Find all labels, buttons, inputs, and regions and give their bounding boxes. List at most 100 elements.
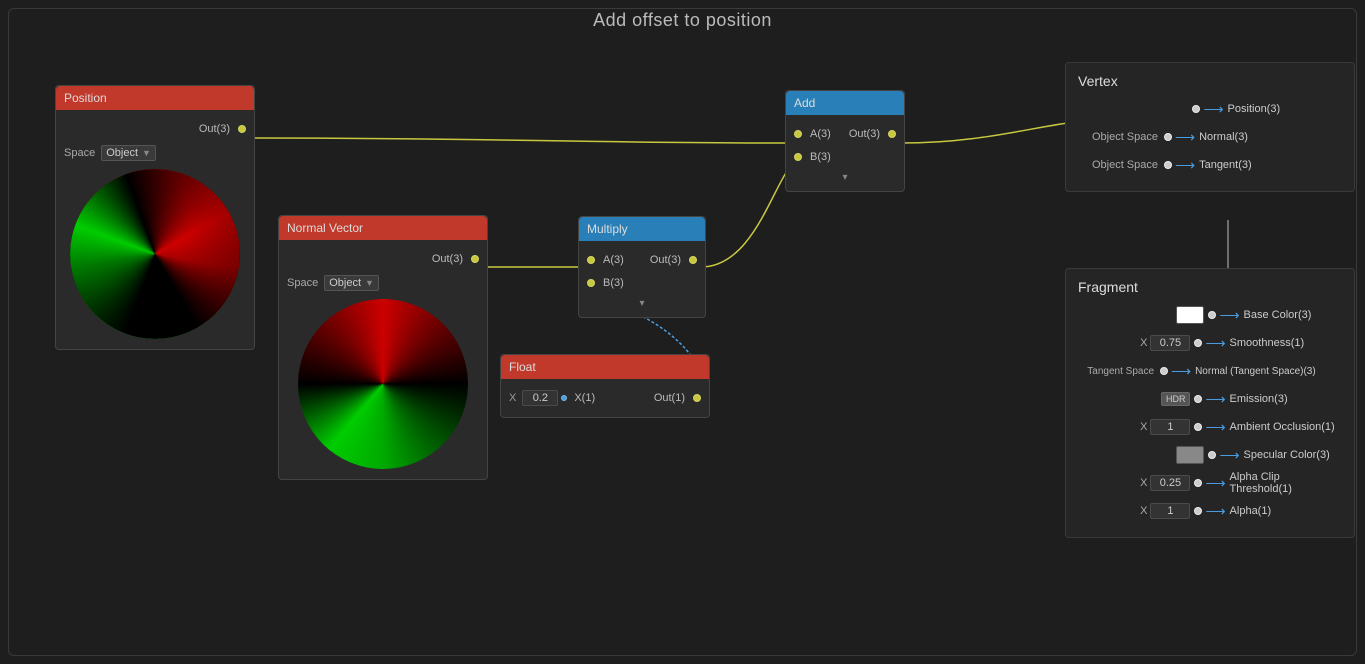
smoothness-label: Smoothness(1) <box>1230 337 1342 349</box>
alpha-arrow: ⟶ <box>1205 503 1225 520</box>
specular-connector: ⟶ <box>1208 447 1239 464</box>
alpha-clip-connector: ⟶ <box>1194 475 1225 492</box>
ao-x-label: X <box>1140 421 1147 433</box>
alpha-clip-arrow: ⟶ <box>1205 475 1225 492</box>
float-value-row: X X(1) Out(1) <box>509 388 701 408</box>
alpha-dot[interactable] <box>1194 507 1202 515</box>
normal-space-row: Space Object ▼ <box>287 273 479 293</box>
vertex-normal-in-dot[interactable] <box>1164 133 1172 141</box>
position-out-label: Out(3) <box>199 123 230 135</box>
float-in-label: X(1) <box>574 392 595 404</box>
float-x-prefix: X <box>509 392 516 404</box>
add-a-port[interactable] <box>794 130 802 138</box>
fragment-specular-row: ⟶ Specular Color(3) <box>1078 443 1342 467</box>
normal-out-port[interactable] <box>471 255 479 263</box>
multiply-out-port[interactable] <box>689 256 697 264</box>
emission-connector: ⟶ <box>1194 391 1225 408</box>
vertex-tangent-row: Object Space ⟶ Tangent(3) <box>1078 153 1342 177</box>
vertex-tangent-arrow: ⟶ <box>1175 158 1195 172</box>
normal-space-label: Space <box>287 277 318 289</box>
multiply-node: Multiply A(3) Out(3) B(3) ▾ <box>578 216 706 318</box>
alpha-clip-dot[interactable] <box>1194 479 1202 487</box>
multiply-out-label: Out(3) <box>650 254 681 266</box>
alpha-value[interactable]: 1 <box>1150 503 1190 519</box>
position-space-row: Space Object ▼ <box>64 143 246 163</box>
basecolor-dot[interactable] <box>1208 311 1216 319</box>
position-out-row: Out(3) <box>64 119 246 139</box>
vertex-position-in-dot[interactable] <box>1192 105 1200 113</box>
vertex-position-connector: ⟶ <box>1192 102 1223 116</box>
float-node-header: Float <box>501 355 709 379</box>
alpha-clip-x-label: X <box>1140 477 1147 489</box>
add-b-port[interactable] <box>794 153 802 161</box>
position-node-header: Position <box>56 86 254 110</box>
alpha-clip-label: Alpha Clip Threshold(1) <box>1230 471 1342 495</box>
specular-swatch[interactable] <box>1176 446 1204 464</box>
vertex-normal-space: Object Space <box>1078 131 1158 143</box>
vertex-position-arrow: ⟶ <box>1203 102 1223 116</box>
emission-dot[interactable] <box>1194 395 1202 403</box>
smoothness-connector: ⟶ <box>1194 335 1225 352</box>
position-space-select[interactable]: Object ▼ <box>101 145 156 161</box>
vertex-tangent-space: Object Space <box>1078 159 1158 171</box>
float-in-port[interactable] <box>561 395 567 401</box>
position-node: Position Out(3) Space Object ▼ <box>55 85 255 350</box>
add-out-port[interactable] <box>888 130 896 138</box>
fragment-title: Fragment <box>1078 279 1342 295</box>
normal-vector-header: Normal Vector <box>279 216 487 240</box>
position-out-port[interactable] <box>238 125 246 133</box>
normal-space-select[interactable]: Object ▼ <box>324 275 379 291</box>
vertex-tangent-connector: ⟶ <box>1164 158 1195 172</box>
basecolor-swatch[interactable] <box>1176 306 1204 324</box>
specular-label: Specular Color(3) <box>1244 449 1342 461</box>
smoothness-value[interactable]: 0.75 <box>1150 335 1190 351</box>
basecolor-arrow: ⟶ <box>1219 307 1239 324</box>
vertex-title: Vertex <box>1078 73 1342 89</box>
specular-dot[interactable] <box>1208 451 1216 459</box>
vertex-tangent-in-dot[interactable] <box>1164 161 1172 169</box>
float-node: Float X X(1) Out(1) <box>500 354 710 418</box>
main-canvas: Add offset to position Position Out(3) S… <box>0 0 1365 664</box>
fragment-basecolor-row: ⟶ Base Color(3) <box>1078 303 1342 327</box>
normal-tangent-dot[interactable] <box>1160 367 1168 375</box>
vertex-tangent-label: Tangent(3) <box>1199 159 1342 171</box>
smoothness-dot[interactable] <box>1194 339 1202 347</box>
add-ab-row: A(3) Out(3) <box>794 124 896 144</box>
vertex-normal-label: Normal(3) <box>1199 131 1342 143</box>
smoothness-x-label: X <box>1140 337 1147 349</box>
fragment-ao-row: X 1 ⟶ Ambient Occlusion(1) <box>1078 415 1342 439</box>
ao-label: Ambient Occlusion(1) <box>1230 421 1342 433</box>
normal-vector-node: Normal Vector Out(3) Space Object ▼ <box>278 215 488 480</box>
multiply-a-label: A(3) <box>603 254 624 266</box>
position-space-arrow: ▼ <box>142 148 151 158</box>
ao-arrow: ⟶ <box>1205 419 1225 436</box>
position-preview <box>70 169 240 339</box>
vertex-position-label: Position(3) <box>1228 103 1342 115</box>
alpha-connector: ⟶ <box>1194 503 1225 520</box>
emission-arrow: ⟶ <box>1205 391 1225 408</box>
multiply-expand[interactable]: ▾ <box>587 296 697 311</box>
alpha-clip-value[interactable]: 0.25 <box>1150 475 1190 491</box>
add-out-label: Out(3) <box>849 128 880 140</box>
normal-space-arrow: ▼ <box>365 278 374 288</box>
basecolor-connector: ⟶ <box>1208 307 1239 324</box>
multiply-b-port[interactable] <box>587 279 595 287</box>
float-out-port[interactable] <box>693 394 701 402</box>
add-node: Add A(3) Out(3) B(3) ▾ <box>785 90 905 192</box>
add-node-header: Add <box>786 91 904 115</box>
normal-out-row: Out(3) <box>287 249 479 269</box>
vertex-position-row: ⟶ Position(3) <box>1078 97 1342 121</box>
float-x-input[interactable] <box>522 390 558 406</box>
fragment-normal-tangent-row: Tangent Space ⟶ Normal (Tangent Space)(3… <box>1078 359 1342 383</box>
ao-value[interactable]: 1 <box>1150 419 1190 435</box>
vertex-panel: Vertex ⟶ Position(3) Object Space ⟶ Norm… <box>1065 62 1355 192</box>
normal-tangent-arrow: ⟶ <box>1171 363 1191 380</box>
multiply-a-port[interactable] <box>587 256 595 264</box>
add-a-label: A(3) <box>810 128 831 140</box>
smoothness-arrow: ⟶ <box>1205 335 1225 352</box>
multiply-b-label: B(3) <box>603 277 624 289</box>
normal-tangent-label: Normal (Tangent Space)(3) <box>1195 366 1342 377</box>
ao-dot[interactable] <box>1194 423 1202 431</box>
add-expand[interactable]: ▾ <box>794 170 896 185</box>
vertex-normal-connector: ⟶ <box>1164 130 1195 144</box>
